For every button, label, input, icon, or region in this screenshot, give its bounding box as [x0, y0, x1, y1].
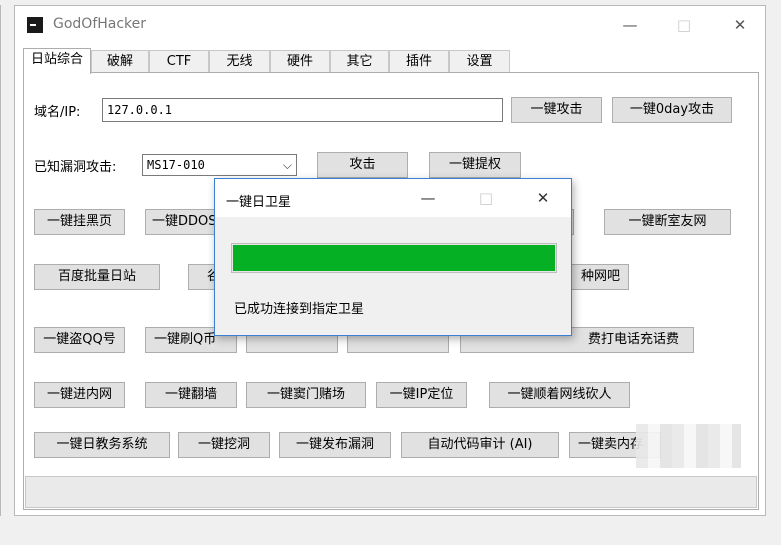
window-title: GodOfHacker — [53, 16, 147, 32]
steal-qq-button[interactable]: 一键盗QQ号 — [34, 327, 125, 353]
dialog-status-message: 已成功连接到指定卫星 — [234, 302, 365, 317]
progress-bar — [231, 243, 557, 273]
baidu-batch-hack-button[interactable]: 百度批量日站 — [34, 264, 160, 290]
oday-attack-button[interactable]: 一键0day攻击 — [612, 97, 732, 123]
dialog-minimize-button[interactable]: — — [413, 186, 443, 210]
progress-bar-fill — [233, 245, 555, 271]
domain-ip-input[interactable]: 127.0.0.1 — [102, 98, 503, 122]
close-button[interactable]: ✕ — [717, 12, 763, 38]
tab-settings[interactable]: 设置 — [449, 50, 510, 72]
chevron-down-icon: ⌵ — [282, 158, 292, 172]
ai-code-audit-button[interactable]: 自动代码审计 (AI) — [401, 432, 559, 458]
intranet-button[interactable]: 一键进内网 — [34, 382, 125, 408]
dialog-close-button[interactable]: ✕ — [528, 186, 558, 210]
dialog-maximize-button[interactable]: □ — [471, 186, 501, 210]
publish-vuln-button[interactable]: 一键发布漏洞 — [279, 432, 391, 458]
known-vuln-label: 已知漏洞攻击: — [34, 160, 117, 175]
vuln-select-value: MS17-010 — [147, 158, 205, 172]
dialog-title-bar: 一键日卫星 — □ ✕ — [215, 179, 571, 217]
cut-roommate-network-button[interactable]: 一键断室友网 — [604, 209, 731, 235]
tab-wireless[interactable]: 无线 — [209, 50, 270, 72]
background-window-edge — [0, 5, 15, 516]
pixelated-overlay — [636, 424, 741, 468]
one-click-attack-button[interactable]: 一键攻击 — [511, 97, 602, 123]
terminal-app-icon — [27, 17, 43, 33]
vuln-select[interactable]: MS17-010 ⌵ — [142, 154, 297, 176]
minimize-button[interactable]: — — [607, 12, 653, 38]
dialog-title: 一键日卫星 — [226, 195, 292, 210]
vpn-button[interactable]: 一键翻墙 — [145, 382, 237, 408]
tab-ctf[interactable]: CTF — [149, 50, 209, 72]
deface-button[interactable]: 一键挂黑页 — [34, 209, 125, 235]
tab-hardware[interactable]: 硬件 — [270, 50, 330, 72]
tab-plugins[interactable]: 插件 — [389, 50, 449, 72]
title-bar: GodOfHacker — □ ✕ — [15, 6, 765, 44]
status-bar — [25, 476, 757, 508]
tab-site-general[interactable]: 日站综合 — [23, 48, 91, 74]
domain-ip-label: 域名/IP: — [34, 105, 81, 120]
maximize-button[interactable]: □ — [661, 12, 707, 38]
casino-button[interactable]: 一键窦门赌场 — [246, 382, 366, 408]
vuln-attack-button[interactable]: 攻击 — [317, 152, 408, 178]
ip-locate-button[interactable]: 一键IP定位 — [376, 382, 467, 408]
tab-crack[interactable]: 破解 — [91, 50, 149, 72]
dig-vuln-button[interactable]: 一键挖洞 — [178, 432, 270, 458]
cable-chop-button[interactable]: 一键顺着网线砍人 — [489, 382, 630, 408]
privesc-button[interactable]: 一键提权 — [429, 152, 521, 178]
satellite-dialog: 一键日卫星 — □ ✕ 已成功连接到指定卫星 — [214, 178, 572, 336]
edu-system-button[interactable]: 一键日教务系统 — [34, 432, 170, 458]
tab-other[interactable]: 其它 — [330, 50, 389, 72]
